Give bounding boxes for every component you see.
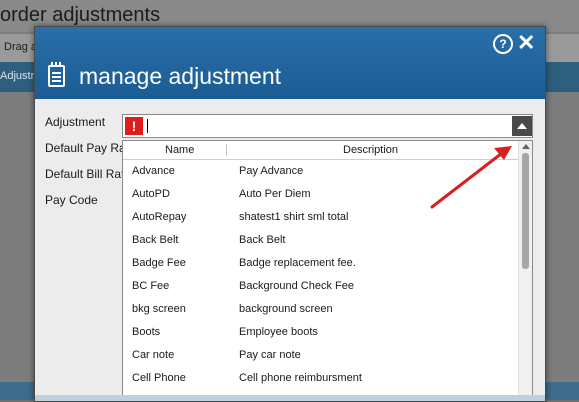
annotation-arrow: [430, 146, 512, 209]
annotation-arrow-shaft: [430, 148, 508, 209]
